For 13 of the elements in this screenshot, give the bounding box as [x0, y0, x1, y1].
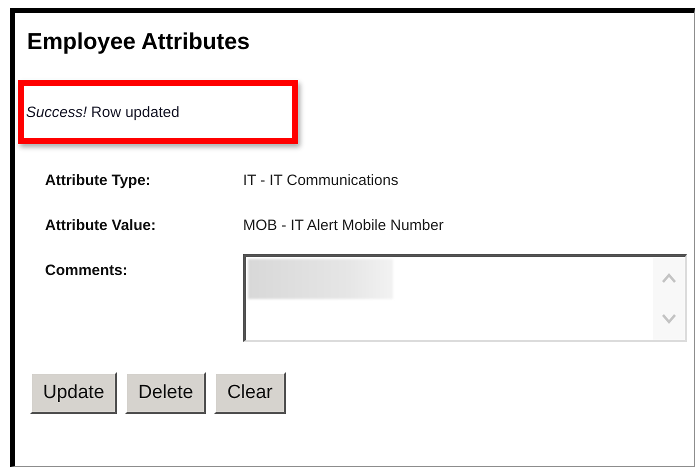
form-button[interactable]: Delete: [125, 372, 206, 414]
scroll-down-icon[interactable]: [661, 314, 677, 324]
form-button[interactable]: Update: [30, 372, 118, 414]
page-title: Employee Attributes: [27, 27, 251, 55]
field-value: MOB - IT Alert Mobile Number: [243, 217, 445, 234]
comments-field[interactable]: [243, 254, 687, 342]
field-label: Attribute Type:: [45, 172, 152, 189]
form-button[interactable]: Clear: [214, 372, 286, 414]
scroll-up-icon[interactable]: [661, 272, 677, 283]
field-label: Comments:: [45, 262, 129, 279]
success-message: Success! Row updated: [26, 104, 180, 120]
field-value: IT - IT Communications: [243, 172, 400, 189]
field-label: Attribute Value:: [45, 217, 157, 234]
